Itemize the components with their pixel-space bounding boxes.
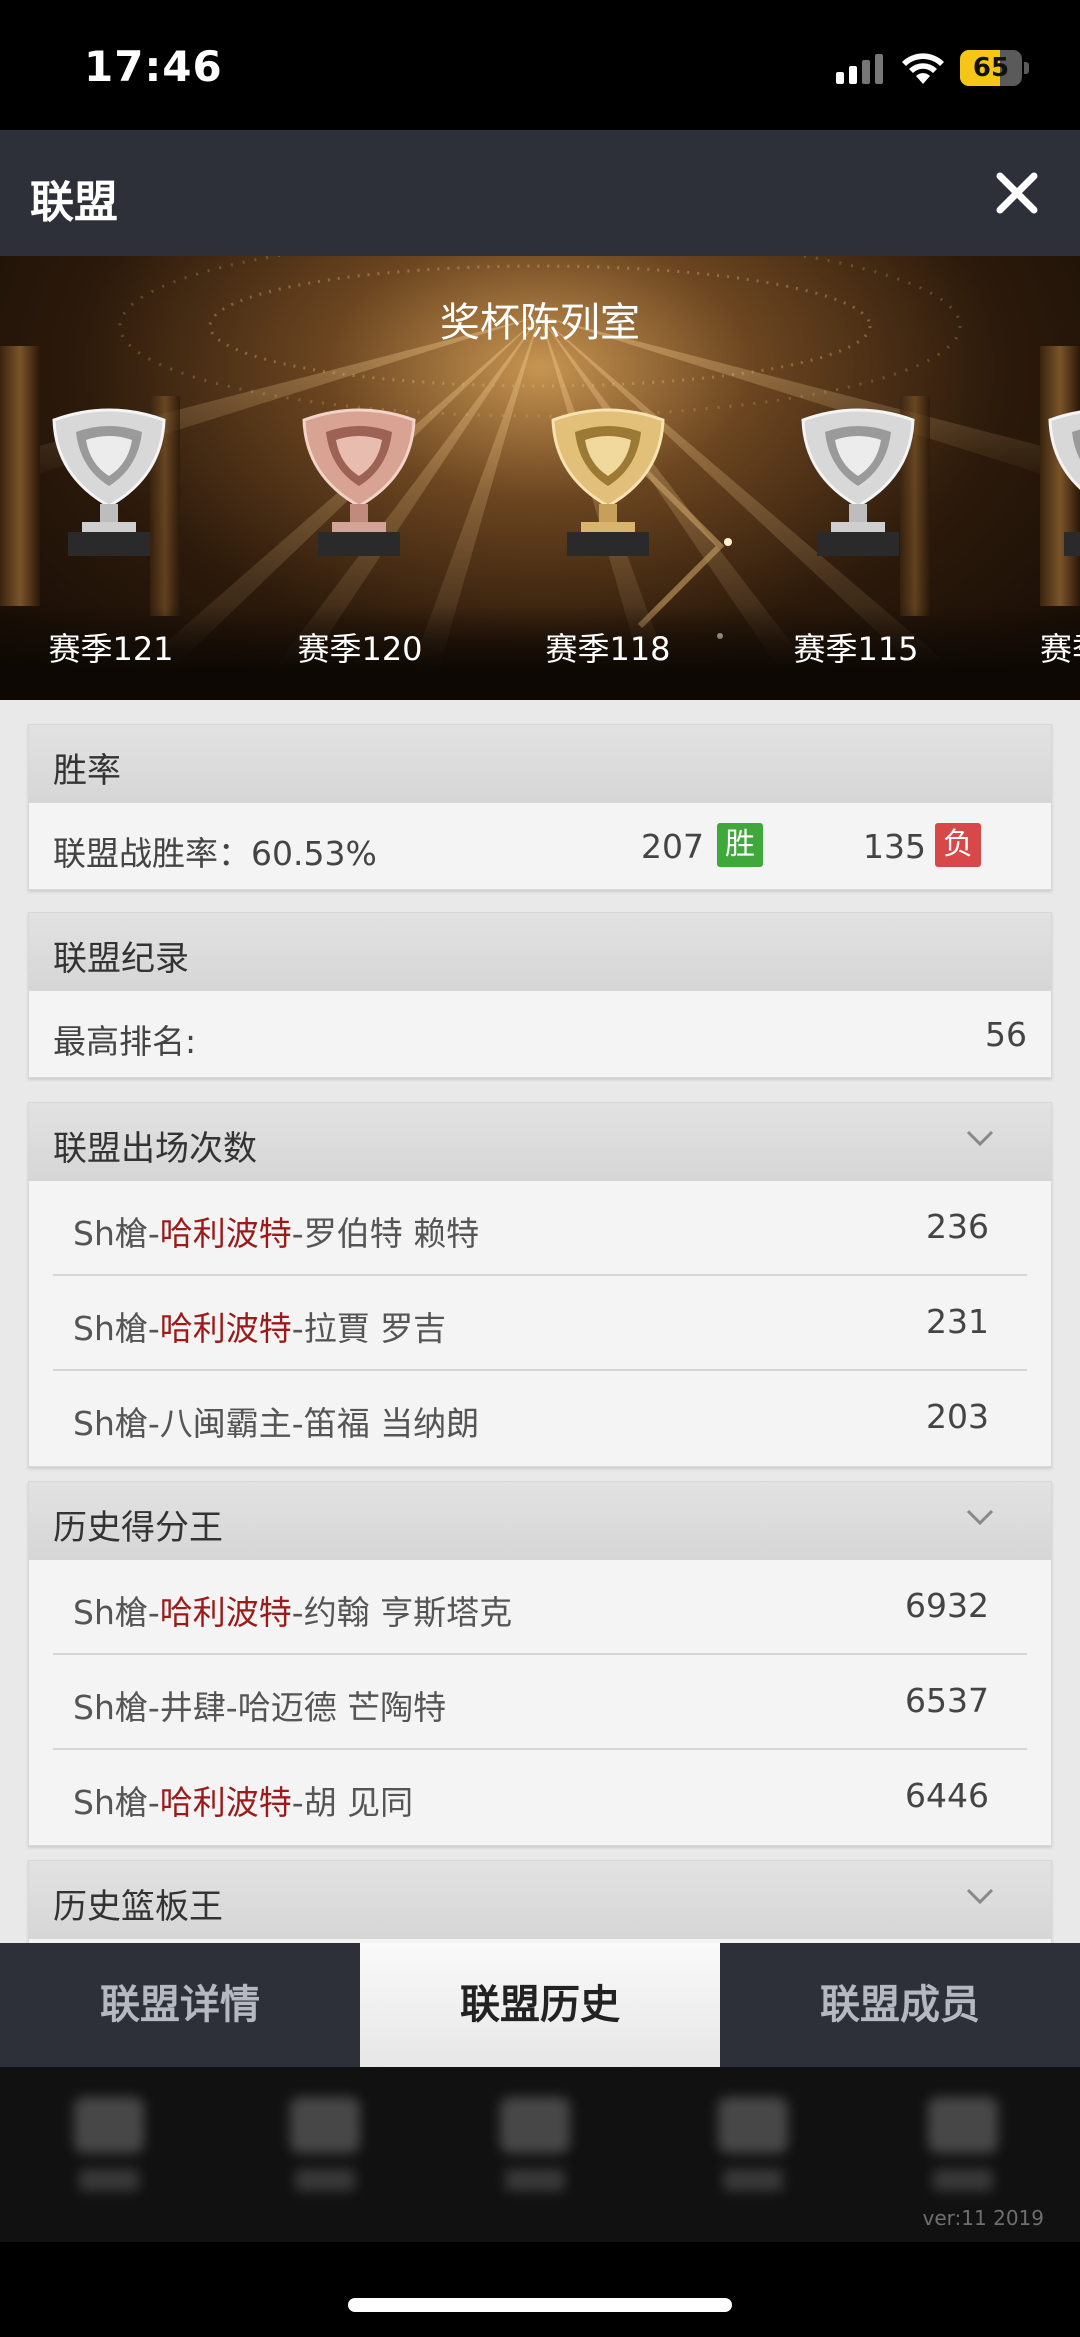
win-rate-row: 联盟战胜率：60.53% 207 胜 135 负 [29,803,1051,889]
trophy-silver-icon[interactable] [783,406,933,556]
chevron-down-icon[interactable] [965,1508,995,1528]
blurred-nav-icon [490,2097,580,2197]
player-value: 6537 [905,1681,989,1720]
trophy-season-label: 赛季120 [297,630,423,668]
top-scorers-card: 历史得分王 Sh槍-哈利波特-约翰 亨斯塔克 6932 Sh槍-井肆-哈迈德 芒… [28,1481,1052,1846]
appearances-card: 联盟出场次数 Sh槍-哈利波特-罗伯特 赖特 236 Sh槍-哈利波特-拉賈 罗… [28,1102,1052,1467]
list-item[interactable]: Sh槍-哈利波特-罗伯特 赖特 236 [29,1181,1051,1276]
section-title: 胜率 [53,751,121,791]
page-title: 联盟 [30,177,118,228]
bottom-tab-bar: 联盟详情 联盟历史 联盟成员 [0,1943,1080,2069]
trophy-gold-icon[interactable] [533,406,683,556]
trophy-bronze-icon[interactable] [284,406,434,556]
blurred-nav-icon [280,2097,370,2197]
battery-icon: 65 [960,50,1030,86]
status-bar: 17:46 65 [0,0,1080,130]
win-rate-card: 胜率 联盟战胜率：60.53% 207 胜 135 负 [28,724,1052,890]
app-header: 联盟 [0,130,1080,256]
list-item[interactable]: Sh槍-井肆-哈迈德 芒陶特 6537 [29,1655,1051,1750]
league-history-content[interactable]: 胜率 联盟战胜率：60.53% 207 胜 135 负 联盟纪录 最高排名: 5… [0,700,1080,1943]
blurred-nav-icon [708,2097,798,2197]
player-name: Sh槍-八闽霸主-笛福 当纳朗 [73,1404,480,1443]
loss-count: 135 [863,827,926,866]
highest-rank-row: 最高排名: 56 [29,991,1051,1077]
trophy-silver-icon[interactable] [1030,406,1080,556]
trophy-silver-icon[interactable] [34,406,184,556]
tab-league-history[interactable]: 联盟历史 [360,1943,720,2069]
player-name: Sh槍-哈利波特-胡 见同 [73,1783,414,1822]
player-value: 6932 [905,1586,989,1625]
loss-badge: 负 [935,823,981,867]
section-title: 联盟出场次数 [53,1129,257,1169]
chevron-down-icon[interactable] [965,1887,995,1907]
trophy-season-label: 赛季 [1040,630,1080,668]
trophy-season-label: 赛季118 [545,630,671,668]
list-item[interactable]: Sh槍-八闽霸主-笛福 当纳朗 203 [29,1371,1051,1466]
league-record-card: 联盟纪录 最高排名: 56 [28,912,1052,1078]
status-time: 17:46 [84,42,223,91]
trophy-room-banner: 奖杯陈列室 赛季121 赛季120 赛季118 赛季115 赛 [0,256,1080,700]
top-rebounders-header[interactable]: 历史篮板王 [29,1861,1051,1939]
blurred-nav-icon [64,2097,154,2197]
wifi-icon [902,53,944,84]
chevron-down-icon[interactable] [965,1129,995,1149]
player-name: Sh槍-哈利波特-罗伯特 赖特 [73,1214,480,1253]
section-title: 历史得分王 [53,1508,223,1548]
trophy-season-label: 赛季121 [48,630,174,668]
win-rate-header: 胜率 [29,725,1051,803]
player-name: Sh槍-哈利波特-约翰 亨斯塔克 [73,1593,513,1632]
player-value: 231 [926,1302,989,1341]
player-value: 6446 [905,1776,989,1815]
blurred-nav-icon [918,2097,1008,2197]
tab-league-details[interactable]: 联盟详情 [0,1943,360,2067]
player-name: Sh槍-哈利波特-拉賈 罗吉 [73,1309,447,1348]
version-label: ver:11 2019 [922,2206,1044,2230]
cellular-signal-icon [836,54,883,84]
highest-rank-value: 56 [985,1015,1027,1054]
home-indicator[interactable] [348,2298,732,2312]
player-name: Sh槍-井肆-哈迈德 芒陶特 [73,1688,447,1727]
list-item[interactable]: Sh槍-哈利波特-约翰 亨斯塔克 6932 [29,1560,1051,1655]
player-value: 236 [926,1207,989,1246]
win-rate-label: 联盟战胜率：60.53% [53,834,377,873]
close-button[interactable] [992,168,1042,218]
top-rebounders-card: 历史篮板王 [28,1860,1052,1943]
league-record-header: 联盟纪录 [29,913,1051,991]
tab-league-members[interactable]: 联盟成员 [720,1943,1080,2067]
highest-rank-label: 最高排名: [53,1022,197,1061]
trophy-season-label: 赛季115 [793,630,919,668]
player-value: 203 [926,1397,989,1436]
section-title: 历史篮板王 [53,1887,223,1927]
top-scorers-header[interactable]: 历史得分王 [29,1482,1051,1560]
win-badge: 胜 [717,823,763,867]
appearances-header[interactable]: 联盟出场次数 [29,1103,1051,1181]
win-count: 207 [641,827,704,866]
list-item[interactable]: Sh槍-哈利波特-拉賈 罗吉 231 [29,1276,1051,1371]
underlying-nav-bar [0,2067,1080,2242]
trophy-room-title: 奖杯陈列室 [440,300,640,346]
list-item[interactable]: Sh槍-哈利波特-胡 见同 6446 [29,1750,1051,1845]
battery-percent: 65 [972,53,1010,83]
section-title: 联盟纪录 [53,939,189,979]
